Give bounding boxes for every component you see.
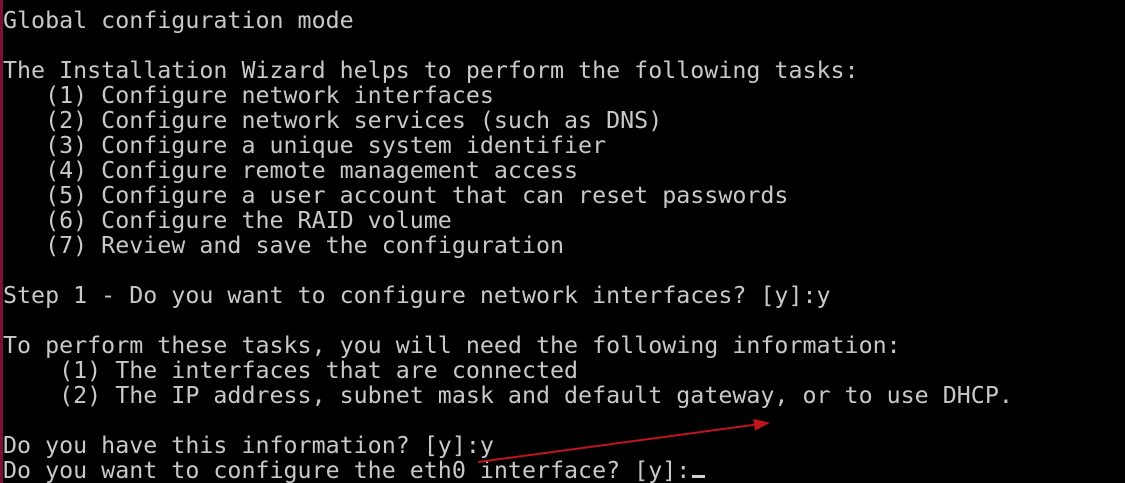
terminal-line-title: Global configuration mode: [3, 7, 354, 34]
terminal-line-have-info: Do you have this information? [y]:y: [3, 432, 494, 459]
terminal-line-task-5: (5) Configure a user account that can re…: [3, 182, 789, 209]
terminal-line-task-2: (2) Configure network services (such as …: [3, 107, 663, 134]
terminal-line-info-intro: To perform these tasks, you will need th…: [3, 332, 901, 359]
terminal-screen[interactable]: Global configuration mode The Installati…: [0, 0, 1125, 483]
terminal-line-info-1: (1) The interfaces that are connected: [3, 357, 579, 384]
terminal-line-task-1: (1) Configure network interfaces: [3, 82, 494, 109]
terminal-prompt-text: Do you want to configure the eth0 interf…: [3, 457, 691, 483]
text-cursor: [692, 475, 706, 478]
terminal-line-task-3: (3) Configure a unique system identifier: [3, 132, 607, 159]
terminal-line-task-4: (4) Configure remote management access: [3, 157, 579, 184]
terminal-line-info-2: (2) The IP address, subnet mask and defa…: [3, 382, 1013, 409]
terminal-line-task-7: (7) Review and save the configuration: [3, 232, 565, 259]
terminal-line-wizard-intro: The Installation Wizard helps to perform…: [3, 57, 859, 84]
terminal-line-step-1: Step 1 - Do you want to configure networ…: [3, 282, 831, 309]
terminal-line-task-6: (6) Configure the RAID volume: [3, 207, 452, 234]
terminal-prompt-line[interactable]: Do you want to configure the eth0 interf…: [3, 457, 706, 483]
